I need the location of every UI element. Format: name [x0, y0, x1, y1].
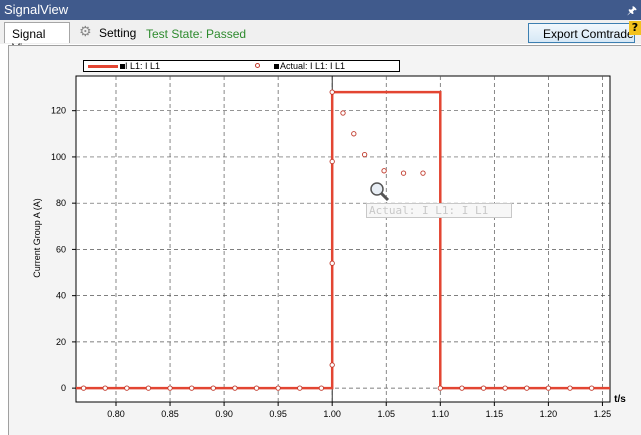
x-tick-label: 0.90 — [215, 409, 233, 419]
legend-line-swatch — [88, 65, 118, 68]
y-tick-label: 60 — [56, 244, 66, 254]
actual-data-point — [340, 110, 346, 116]
legend-square-marker-2 — [274, 64, 279, 69]
actual-data-point — [459, 385, 465, 391]
actual-data-point — [210, 385, 216, 391]
actual-data-point — [437, 385, 443, 391]
actual-data-point — [381, 168, 387, 174]
y-tick-label: 20 — [56, 337, 66, 347]
x-axis-label: t/s — [614, 394, 626, 405]
actual-data-point — [351, 131, 357, 137]
actual-data-point — [400, 170, 407, 176]
y-axis-label: Current Group A (A) — [32, 198, 42, 278]
actual-data-point — [361, 151, 368, 158]
actual-data-point — [167, 385, 173, 391]
actual-data-point — [275, 385, 281, 391]
actual-data-point — [545, 385, 552, 391]
actual-data-point — [189, 385, 195, 391]
y-tick-label: 40 — [56, 291, 66, 301]
x-tick-label: 1.10 — [432, 409, 450, 419]
y-tick-label: 0 — [61, 383, 66, 393]
actual-data-point — [124, 385, 130, 391]
actual-data-point — [253, 385, 260, 391]
actual-data-point — [329, 89, 335, 95]
data-point-tooltip: Actual: I L1: I L1 — [366, 203, 512, 218]
actual-data-point — [524, 385, 530, 391]
legend-label-series1: I L1: I L1 — [125, 61, 161, 71]
x-tick-label: 1.05 — [377, 409, 395, 419]
plot-area — [75, 75, 611, 403]
actual-data-point — [480, 385, 487, 391]
x-tick-label: 0.80 — [107, 409, 125, 419]
actual-data-point — [329, 260, 335, 266]
y-tick-label: 80 — [56, 198, 66, 208]
actual-data-point — [567, 385, 573, 391]
actual-data-point — [329, 158, 335, 165]
x-tick-label: 0.95 — [269, 409, 287, 419]
actual-data-point — [297, 385, 303, 391]
legend-label-series2: Actual: I L1: I L1 — [280, 61, 346, 71]
y-tick-label: 120 — [51, 106, 66, 116]
actual-data-point — [80, 385, 87, 391]
actual-data-point — [102, 385, 108, 391]
x-tick-label: 1.15 — [486, 409, 504, 419]
x-tick-label: 0.85 — [161, 409, 179, 419]
actual-data-point — [318, 385, 325, 391]
legend-circle-marker — [255, 63, 260, 68]
actual-data-point — [588, 385, 595, 391]
x-tick-label: 1.00 — [323, 409, 341, 419]
actual-data-point — [329, 362, 335, 368]
x-tick-label: 1.25 — [594, 409, 612, 419]
x-tick-label: 1.20 — [540, 409, 558, 419]
actual-data-point — [420, 170, 426, 176]
y-tick-label: 100 — [51, 152, 66, 162]
chart-legend: I L1: I L1 Actual: I L1: I L1 — [83, 60, 400, 72]
actual-data-point — [232, 385, 238, 391]
magnifier-icon — [370, 182, 390, 202]
actual-data-point — [502, 385, 508, 391]
actual-data-point — [145, 385, 152, 391]
